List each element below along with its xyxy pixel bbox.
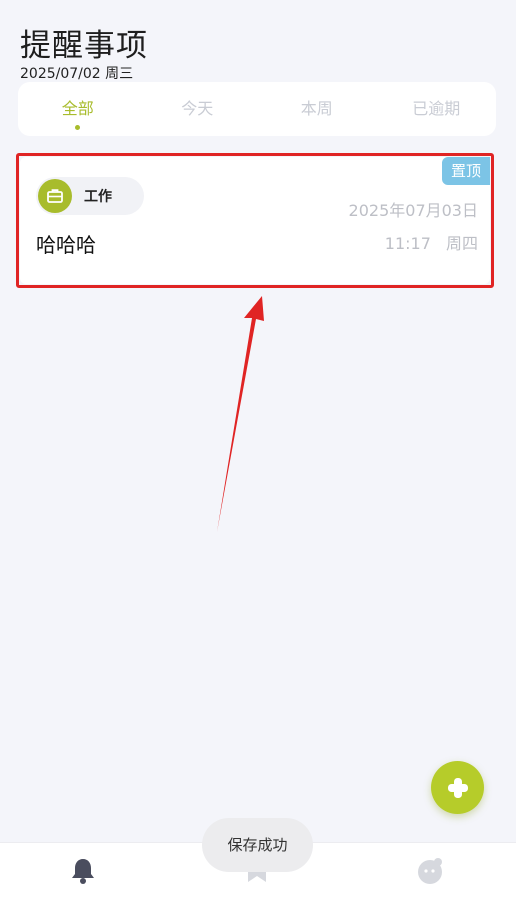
page-title: 提醒事项 [20, 28, 148, 64]
tab-today-label: 今天 [181, 99, 214, 118]
toast-message: 保存成功 [202, 818, 313, 872]
active-tab-indicator [75, 125, 81, 130]
profile-face-icon [418, 858, 442, 884]
current-date: 2025/07/02 周三 [20, 66, 134, 82]
tab-this-week[interactable]: 本周 [257, 82, 376, 136]
nav-reminders[interactable] [63, 851, 103, 891]
filter-tabs: 全部 今天 本周 已逾期 [18, 82, 496, 136]
highlight-box [16, 153, 494, 288]
nav-profile[interactable] [410, 851, 450, 891]
tab-this-week-label: 本周 [300, 99, 333, 118]
tab-all-label: 全部 [61, 99, 94, 118]
tab-overdue[interactable]: 已逾期 [377, 82, 496, 136]
add-reminder-button[interactable] [431, 761, 484, 814]
tab-today[interactable]: 今天 [138, 82, 257, 136]
tab-overdue-label: 已逾期 [412, 99, 461, 118]
plus-icon [447, 777, 468, 798]
tab-all[interactable]: 全部 [18, 82, 137, 136]
bell-icon [72, 859, 94, 884]
